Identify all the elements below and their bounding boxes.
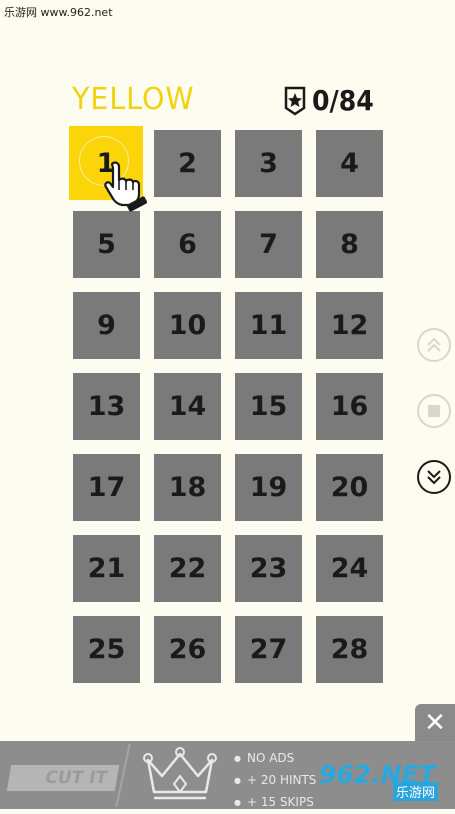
scroll-down-button[interactable] xyxy=(417,460,451,494)
scroll-up-button[interactable] xyxy=(417,328,451,362)
level-tile-10[interactable]: 10 xyxy=(154,292,221,359)
level-number: 10 xyxy=(168,310,207,341)
level-tile-7[interactable]: 7 xyxy=(235,211,302,278)
stop-button[interactable] xyxy=(417,394,451,428)
crown-icon xyxy=(143,747,217,800)
level-tile-25[interactable]: 25 xyxy=(73,616,140,683)
level-number: 3 xyxy=(259,148,278,179)
level-number: 7 xyxy=(259,229,278,260)
level-number: 25 xyxy=(87,634,126,665)
level-number: 8 xyxy=(340,229,359,260)
level-number: 22 xyxy=(168,553,207,584)
level-number: 21 xyxy=(87,553,126,584)
level-tile-19[interactable]: 19 xyxy=(235,454,302,521)
double-chevron-up-icon xyxy=(427,337,441,352)
level-tile-21[interactable]: 21 xyxy=(73,535,140,602)
level-tile-6[interactable]: 6 xyxy=(154,211,221,278)
score-counter: 0/84 xyxy=(284,84,374,117)
double-chevron-down-icon xyxy=(427,470,441,485)
close-banner-button[interactable]: ✕ xyxy=(415,704,455,742)
level-number: 6 xyxy=(178,229,197,260)
level-tile-12[interactable]: 12 xyxy=(316,292,383,359)
level-number: 16 xyxy=(330,391,369,422)
perk-item: + 15 SKIPS xyxy=(234,792,316,814)
level-tile-23[interactable]: 23 xyxy=(235,535,302,602)
stop-icon xyxy=(428,405,440,417)
level-number: 18 xyxy=(168,472,207,503)
level-tile-8[interactable]: 8 xyxy=(316,211,383,278)
level-number: 28 xyxy=(330,634,369,665)
watermark-text: 乐游网 www.962.net xyxy=(4,6,113,19)
level-tile-20[interactable]: 20 xyxy=(316,454,383,521)
level-pack-title: YELLOW xyxy=(72,82,195,117)
premium-perks-list: NO ADS + 20 HINTS + 15 SKIPS xyxy=(234,748,316,814)
level-number: 26 xyxy=(168,634,207,665)
level-tile-2[interactable]: 2 xyxy=(154,130,221,197)
level-number: 4 xyxy=(340,148,359,179)
level-tile-3[interactable]: 3 xyxy=(235,130,302,197)
level-number: 19 xyxy=(249,472,288,503)
level-number: 11 xyxy=(249,310,288,341)
level-tile-11[interactable]: 11 xyxy=(235,292,302,359)
level-tile-15[interactable]: 15 xyxy=(235,373,302,440)
star-badge-icon xyxy=(284,86,306,116)
level-number: 23 xyxy=(249,553,288,584)
level-number: 5 xyxy=(97,229,116,260)
watermark-logo: 962.NET 乐游网 xyxy=(315,760,455,804)
level-tile-16[interactable]: 16 xyxy=(316,373,383,440)
level-tile-28[interactable]: 28 xyxy=(316,616,383,683)
perk-item: + 20 HINTS xyxy=(234,770,316,792)
level-tile-5[interactable]: 5 xyxy=(73,211,140,278)
level-number: 2 xyxy=(178,148,197,179)
level-number: 15 xyxy=(249,391,288,422)
level-number: 14 xyxy=(168,391,207,422)
level-tile-13[interactable]: 13 xyxy=(73,373,140,440)
level-number: 24 xyxy=(330,553,369,584)
level-number: 27 xyxy=(249,634,288,665)
level-tile-14[interactable]: 14 xyxy=(154,373,221,440)
level-tile-17[interactable]: 17 xyxy=(73,454,140,521)
level-tile-27[interactable]: 27 xyxy=(235,616,302,683)
cut-it-button[interactable]: CUT IT xyxy=(6,765,120,791)
level-number: 17 xyxy=(87,472,126,503)
pointing-hand-icon xyxy=(104,161,148,212)
score-text: 0/84 xyxy=(312,84,374,117)
level-tile-26[interactable]: 26 xyxy=(154,616,221,683)
level-tile-22[interactable]: 22 xyxy=(154,535,221,602)
level-tile-24[interactable]: 24 xyxy=(316,535,383,602)
level-number: 12 xyxy=(330,310,369,341)
perk-item: NO ADS xyxy=(234,748,316,770)
level-number: 20 xyxy=(330,472,369,503)
close-icon: ✕ xyxy=(424,708,446,738)
watermark-logo-cn: 乐游网 xyxy=(393,782,439,801)
level-tile-9[interactable]: 9 xyxy=(73,292,140,359)
level-tile-18[interactable]: 18 xyxy=(154,454,221,521)
level-tile-4[interactable]: 4 xyxy=(316,130,383,197)
level-number: 13 xyxy=(87,391,126,422)
level-number: 9 xyxy=(97,310,116,341)
